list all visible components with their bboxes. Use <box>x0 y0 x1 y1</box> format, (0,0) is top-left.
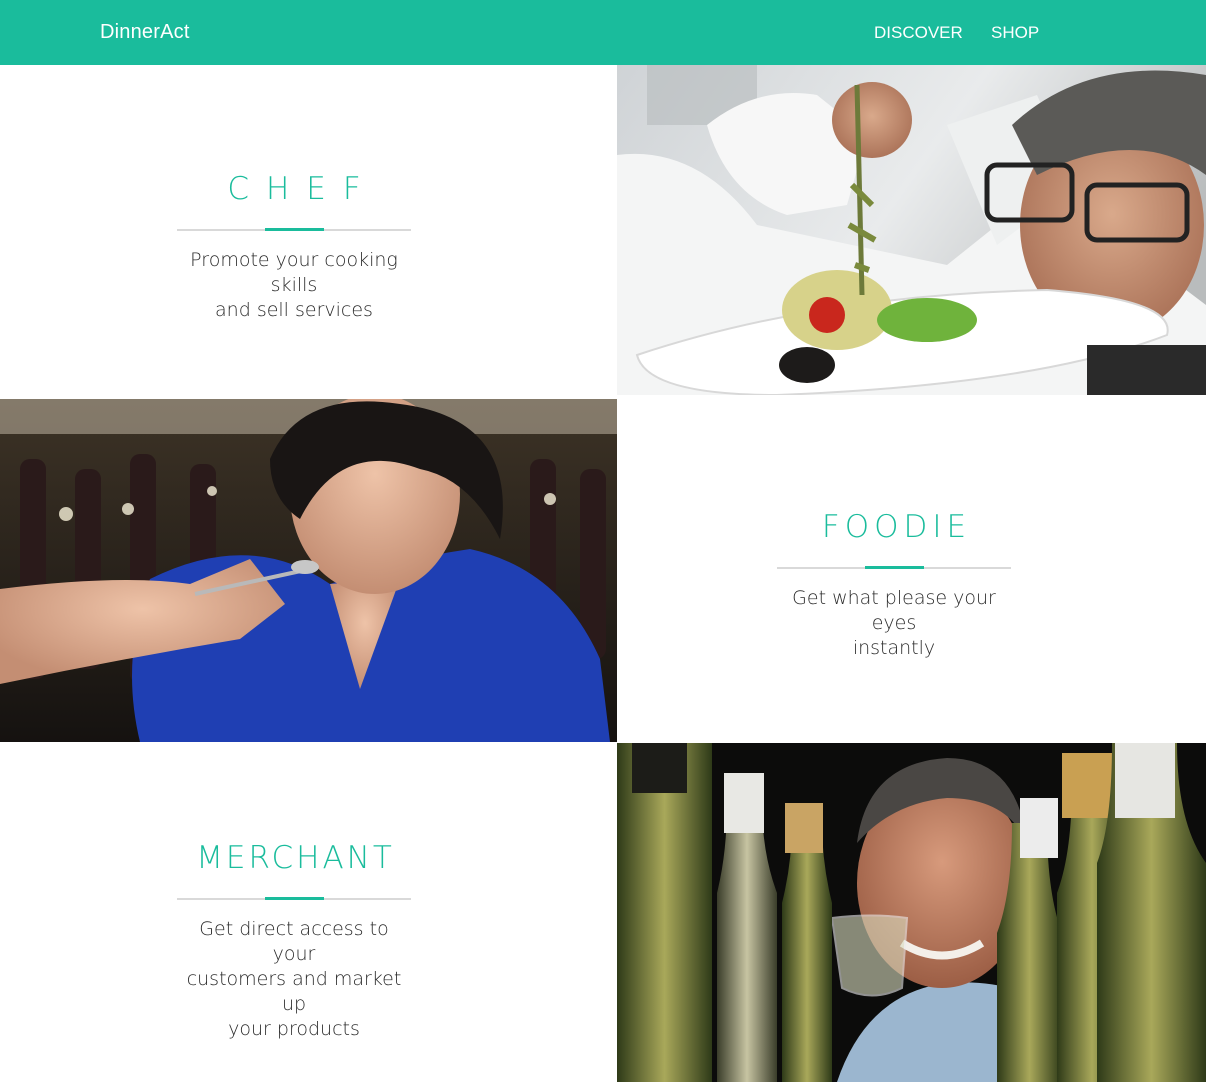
chef-divider-accent <box>265 228 324 231</box>
top-navigation-bar: DinnerAct DISCOVER SHOP <box>0 0 1206 65</box>
merchant-divider <box>177 897 411 900</box>
chef-plating-dish-photo <box>617 65 1206 395</box>
chef-description-line-1: Promote your cooking skills <box>190 249 398 296</box>
chef-role-block: CHEF Promote your cooking skills and sel… <box>177 171 411 323</box>
brand-logo[interactable]: DinnerAct <box>100 21 190 44</box>
chef-description-line-2: and sell services <box>215 299 373 321</box>
merchant-panel: MERCHANT Get direct access to your custo… <box>0 742 617 1082</box>
chef-title: CHEF <box>227 171 378 207</box>
merchant-description-line-2: customers and market up <box>186 968 402 1015</box>
foodie-divider <box>777 566 1011 569</box>
chef-divider <box>177 228 411 231</box>
nav-shop-link[interactable]: SHOP <box>991 23 1039 43</box>
foodie-role-block: FOODIE Get what please your eyes instant… <box>777 509 1011 661</box>
chef-panel: CHEF Promote your cooking skills and sel… <box>0 65 617 399</box>
merchant-description-line-3: your products <box>228 1018 360 1040</box>
foodie-description-line-1: Get what please your eyes <box>792 587 996 634</box>
foodie-divider-accent <box>865 566 924 569</box>
foodie-description-line-2: instantly <box>852 637 936 659</box>
merchant-divider-accent <box>265 897 324 900</box>
merchant-description-line-1: Get direct access to your <box>199 918 389 965</box>
foodie-title: FOODIE <box>821 509 972 545</box>
wine-merchant-with-bottles-photo <box>617 743 1206 1082</box>
foodie-panel: FOODIE Get what please your eyes instant… <box>617 395 1206 743</box>
woman-tasting-food-photo <box>0 399 617 742</box>
merchant-role-block: MERCHANT Get direct access to your custo… <box>177 840 411 1042</box>
merchant-title: MERCHANT <box>196 840 395 876</box>
nav-discover-link[interactable]: DISCOVER <box>874 23 963 43</box>
